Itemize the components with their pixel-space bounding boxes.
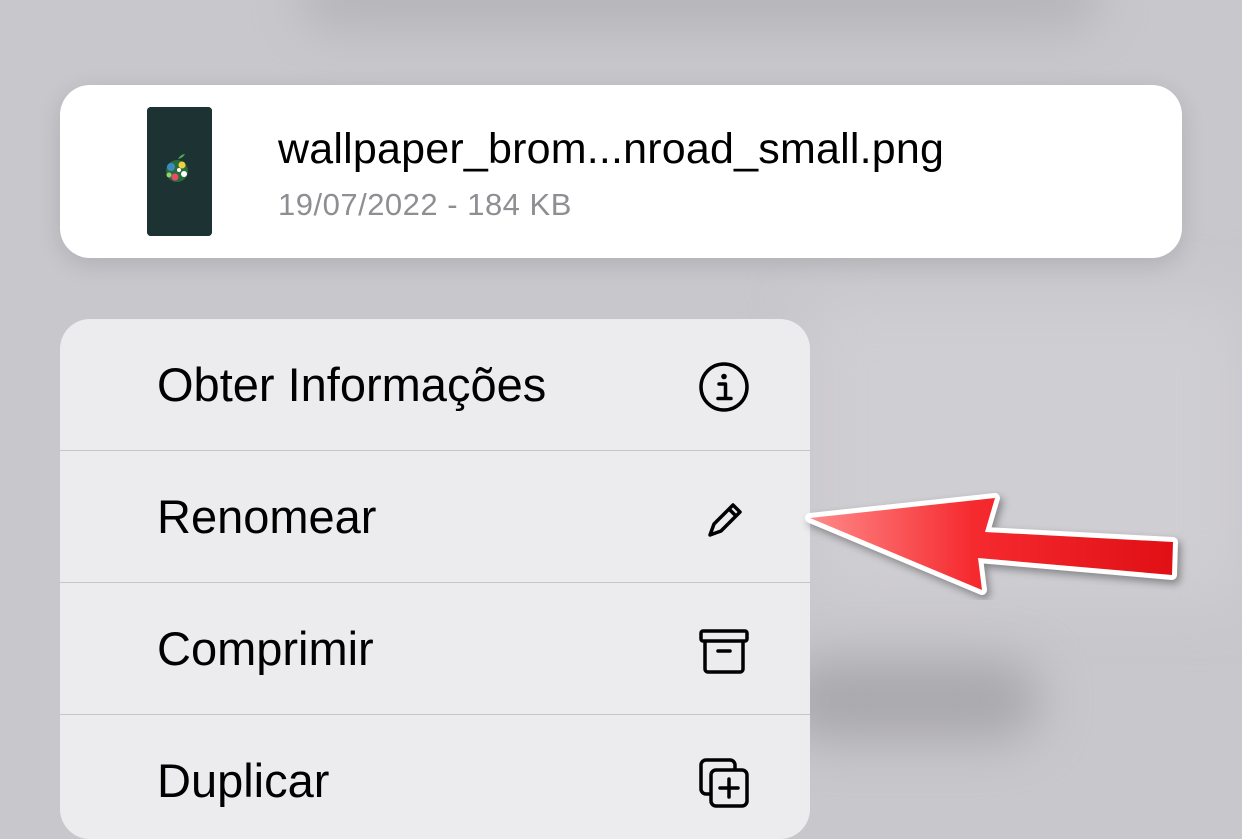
archive-box-icon: [696, 623, 752, 679]
menu-item-label: Duplicar: [157, 754, 330, 807]
file-meta: 19/07/2022 - 184 KB: [278, 187, 572, 222]
background-blur-bottom: [780, 660, 1040, 740]
red-arrow-annotation: [800, 490, 1200, 600]
menu-item-label: Renomear: [157, 490, 377, 543]
menu-item-rename[interactable]: Renomear: [60, 451, 810, 583]
wallpaper-thumbnail-icon: [147, 107, 212, 236]
context-menu: Obter Informações Renomear Comprimir Dup…: [60, 319, 810, 839]
info-circle-icon: [696, 359, 752, 415]
file-name: wallpaper_brom...nroad_small.png: [278, 125, 945, 173]
pencil-icon: [696, 491, 752, 547]
menu-item-duplicate[interactable]: Duplicar: [60, 715, 810, 839]
background-blur-top: [300, 0, 1100, 30]
file-preview-card: wallpaper_brom...nroad_small.png 19/07/2…: [60, 85, 1182, 258]
duplicate-plus-icon: [696, 755, 752, 811]
menu-item-label: Comprimir: [157, 622, 374, 675]
menu-item-get-info[interactable]: Obter Informações: [60, 319, 810, 451]
menu-item-compress[interactable]: Comprimir: [60, 583, 810, 715]
menu-item-label: Obter Informações: [157, 358, 547, 411]
